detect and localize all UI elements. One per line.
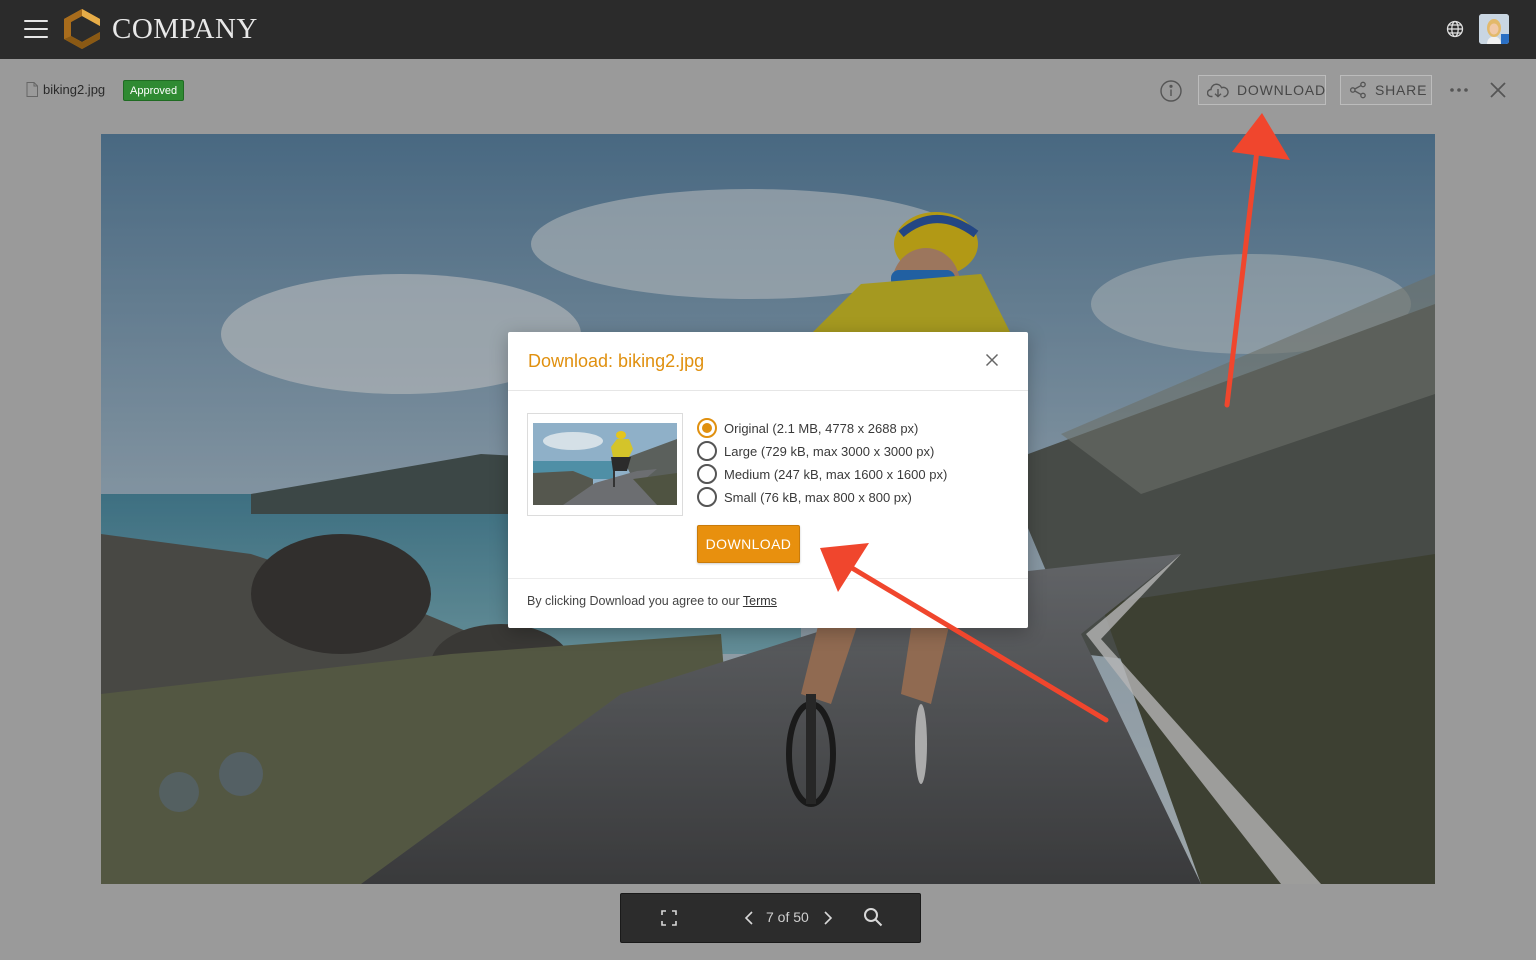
image-thumbnail — [527, 413, 683, 516]
radio-large[interactable] — [697, 441, 717, 461]
share-button[interactable]: SHARE — [1340, 75, 1432, 105]
option-medium[interactable]: Medium (247 kB, max 1600 x 1600 px) — [697, 464, 947, 484]
brand-name: COMPANY — [112, 13, 258, 45]
terms-link[interactable]: Terms — [743, 594, 777, 608]
radio-medium[interactable] — [697, 464, 717, 484]
chevron-left-icon[interactable] — [744, 911, 754, 925]
cloud-download-icon — [1207, 83, 1229, 98]
user-avatar[interactable] — [1479, 14, 1509, 44]
dialog-download-button[interactable]: DOWNLOAD — [697, 525, 800, 563]
more-horizontal-icon[interactable] — [1448, 82, 1470, 98]
divider — [508, 390, 1028, 391]
file-name: biking2.jpg — [43, 82, 106, 97]
terms-notice: By clicking Download you agree to our Te… — [527, 594, 777, 608]
download-button[interactable]: DOWNLOAD — [1198, 75, 1326, 105]
globe-icon[interactable] — [1446, 20, 1464, 38]
option-large[interactable]: Large (729 kB, max 3000 x 3000 px) — [697, 441, 934, 461]
download-dialog: Download: biking2.jpg Original (2.1 MB, … — [508, 332, 1028, 628]
share-button-label: SHARE — [1375, 82, 1428, 98]
status-badge: Approved — [123, 80, 185, 101]
file-icon — [26, 82, 38, 97]
info-icon[interactable] — [1159, 79, 1183, 103]
chevron-right-icon[interactable] — [823, 911, 833, 925]
page-indicator: 7 of 50 — [766, 909, 809, 925]
top-app-bar: COMPANY — [0, 0, 1536, 59]
terms-notice-text: By clicking Download you agree to our — [527, 594, 743, 608]
fullscreen-icon[interactable] — [661, 910, 677, 926]
share-icon — [1349, 81, 1366, 99]
hamburger-icon[interactable] — [24, 20, 48, 38]
viewer-controls: 7 of 50 — [620, 893, 921, 943]
company-logo[interactable] — [64, 9, 100, 49]
thumbnail-photo — [533, 423, 677, 505]
radio-original[interactable] — [697, 418, 717, 438]
dialog-title: Download: biking2.jpg — [528, 351, 705, 371]
radio-small[interactable] — [697, 487, 717, 507]
zoom-search-icon[interactable] — [863, 907, 883, 927]
option-original[interactable]: Original (2.1 MB, 4778 x 2688 px) — [697, 418, 918, 438]
divider — [508, 578, 1028, 579]
close-icon[interactable] — [1489, 81, 1507, 99]
option-small[interactable]: Small (76 kB, max 800 x 800 px) — [697, 487, 912, 507]
dialog-close-icon[interactable] — [985, 353, 999, 367]
download-button-label: DOWNLOAD — [1237, 82, 1326, 98]
